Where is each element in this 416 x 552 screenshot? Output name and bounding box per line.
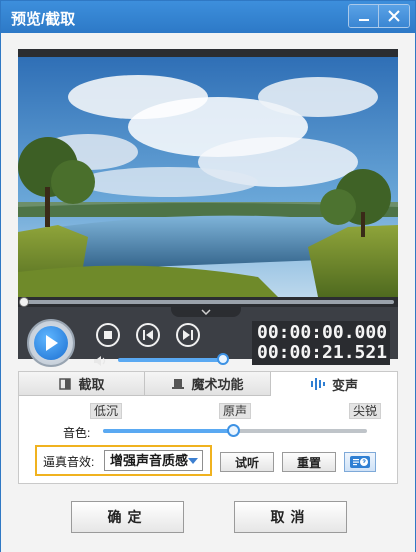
seek-bar[interactable] <box>18 297 398 307</box>
stop-button[interactable] <box>96 323 120 347</box>
playback-controls: 00:00:00.000 00:00:21.521 <box>18 307 398 367</box>
cancel-button[interactable]: 取消 <box>234 501 347 533</box>
effect-select[interactable]: 增强声音质感 <box>104 450 203 471</box>
play-button[interactable] <box>27 319 75 367</box>
help-icon <box>350 456 370 468</box>
prev-frame-icon <box>143 330 153 340</box>
effects-panel: 截取 魔术功能 变声 低沉 原声 尖锐 音色: 逼真音效: 增强声音质感 试听 … <box>18 371 398 484</box>
tab-voice-change[interactable]: 变声 <box>271 372 397 396</box>
speaker-icon[interactable] <box>93 355 109 370</box>
play-icon <box>46 335 58 351</box>
seek-handle[interactable] <box>19 297 29 307</box>
next-frame-icon <box>183 330 193 340</box>
tab-magic-label: 魔术功能 <box>191 377 244 392</box>
confirm-button[interactable]: 确定 <box>71 501 184 533</box>
close-button[interactable] <box>379 5 409 27</box>
play-button-face <box>34 326 68 360</box>
preview-listen-button[interactable]: 试听 <box>220 452 274 472</box>
scale-low-label: 低沉 <box>90 403 123 419</box>
stop-icon <box>104 331 112 339</box>
title-bar: 预览/截取 <box>1 1 415 33</box>
seek-track <box>22 300 394 304</box>
video-top-bar <box>18 49 398 57</box>
effect-label: 逼真音效: <box>43 455 95 469</box>
timbre-handle[interactable] <box>227 424 240 437</box>
landscape-preview-image <box>18 57 398 297</box>
tab-crop[interactable]: 截取 <box>19 372 145 396</box>
tab-voice-change-label: 变声 <box>331 377 358 393</box>
reset-button[interactable]: 重置 <box>282 452 336 472</box>
effect-group: 逼真音效: 增强声音质感 <box>35 445 212 476</box>
dropdown-arrow-icon <box>188 458 198 464</box>
timbre-fill <box>103 429 235 433</box>
dialog-content: 00:00:00.000 00:00:21.521 截取 魔术功能 变声 低沉 … <box>1 34 415 552</box>
window-controls <box>348 4 410 28</box>
current-time: 00:00:00.000 <box>257 322 388 343</box>
magic-hat-icon <box>172 378 185 389</box>
tab-crop-label: 截取 <box>78 377 105 392</box>
video-player: 00:00:00.000 00:00:21.521 <box>18 49 398 367</box>
close-icon <box>388 10 400 22</box>
minimize-icon <box>358 19 369 21</box>
timbre-label: 音色: <box>63 426 91 440</box>
preview-crop-window: 预览/截取 00:00:00.000 00:00:21.521 截取 魔术功能 … <box>0 0 416 552</box>
video-preview[interactable] <box>18 57 398 297</box>
next-frame-button[interactable] <box>176 323 200 347</box>
scale-mid-label: 原声 <box>219 403 252 419</box>
minimize-button[interactable] <box>349 5 379 27</box>
tab-strip: 截取 魔术功能 变声 <box>19 372 397 396</box>
help-button[interactable] <box>344 452 376 472</box>
timecode-display: 00:00:00.000 00:00:21.521 <box>252 321 390 365</box>
total-time: 00:00:21.521 <box>257 342 388 363</box>
tab-magic[interactable]: 魔术功能 <box>145 372 271 396</box>
prev-frame-button[interactable] <box>136 323 160 347</box>
effect-select-value: 增强声音质感 <box>110 453 189 468</box>
crop-icon <box>59 377 72 390</box>
volume-slider[interactable] <box>118 358 228 362</box>
scale-high-label: 尖锐 <box>349 403 382 419</box>
waveform-icon <box>310 378 325 390</box>
window-title: 预览/截取 <box>11 11 76 28</box>
volume-handle[interactable] <box>216 353 229 365</box>
